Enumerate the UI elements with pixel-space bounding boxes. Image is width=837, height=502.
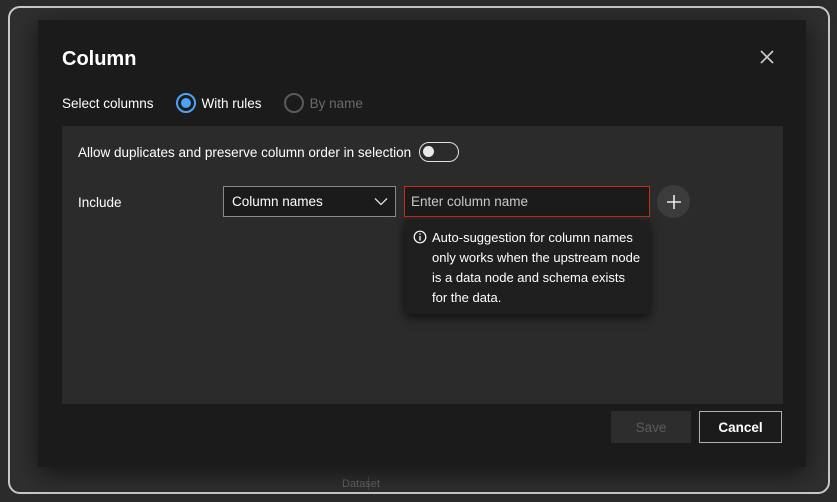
include-label: Include <box>78 195 122 210</box>
info-icon <box>413 230 427 244</box>
duplicates-row: Allow duplicates and preserve column ord… <box>78 142 460 162</box>
match-type-dropdown[interactable]: Column names <box>223 186 396 217</box>
radio-label: With rules <box>201 95 262 111</box>
column-dialog: Column Select columns With rules By name… <box>38 20 806 467</box>
auto-suggestion-tooltip: Auto-suggestion for column names only wo… <box>405 220 649 314</box>
radio-label: By name <box>309 95 363 111</box>
toggle-knob <box>423 146 435 157</box>
close-button[interactable] <box>756 46 778 68</box>
dropdown-value: Column names <box>232 194 323 209</box>
dialog-title: Column <box>62 48 137 70</box>
duplicates-label: Allow duplicates and preserve column ord… <box>78 144 412 160</box>
radio-with-rules[interactable]: With rules <box>175 93 262 113</box>
plus-icon <box>666 194 681 209</box>
background-node-label: Dataset <box>342 478 380 490</box>
radio-indicator <box>175 93 196 113</box>
duplicates-toggle[interactable] <box>419 142 460 162</box>
tooltip-text: Auto-suggestion for column names only wo… <box>432 230 641 305</box>
cancel-button[interactable]: Cancel <box>699 411 782 443</box>
radio-by-name[interactable]: By name <box>283 93 363 113</box>
close-icon <box>760 50 774 64</box>
column-name-input[interactable] <box>404 186 650 217</box>
radio-indicator <box>283 93 304 113</box>
select-columns-label: Select columns <box>62 95 154 111</box>
save-button[interactable]: Save <box>611 411 691 443</box>
rules-panel: Allow duplicates and preserve column ord… <box>62 126 783 404</box>
select-columns-row: Select columns With rules By name <box>62 92 385 114</box>
add-rule-button[interactable] <box>657 185 690 218</box>
chevron-down-icon <box>367 187 395 216</box>
